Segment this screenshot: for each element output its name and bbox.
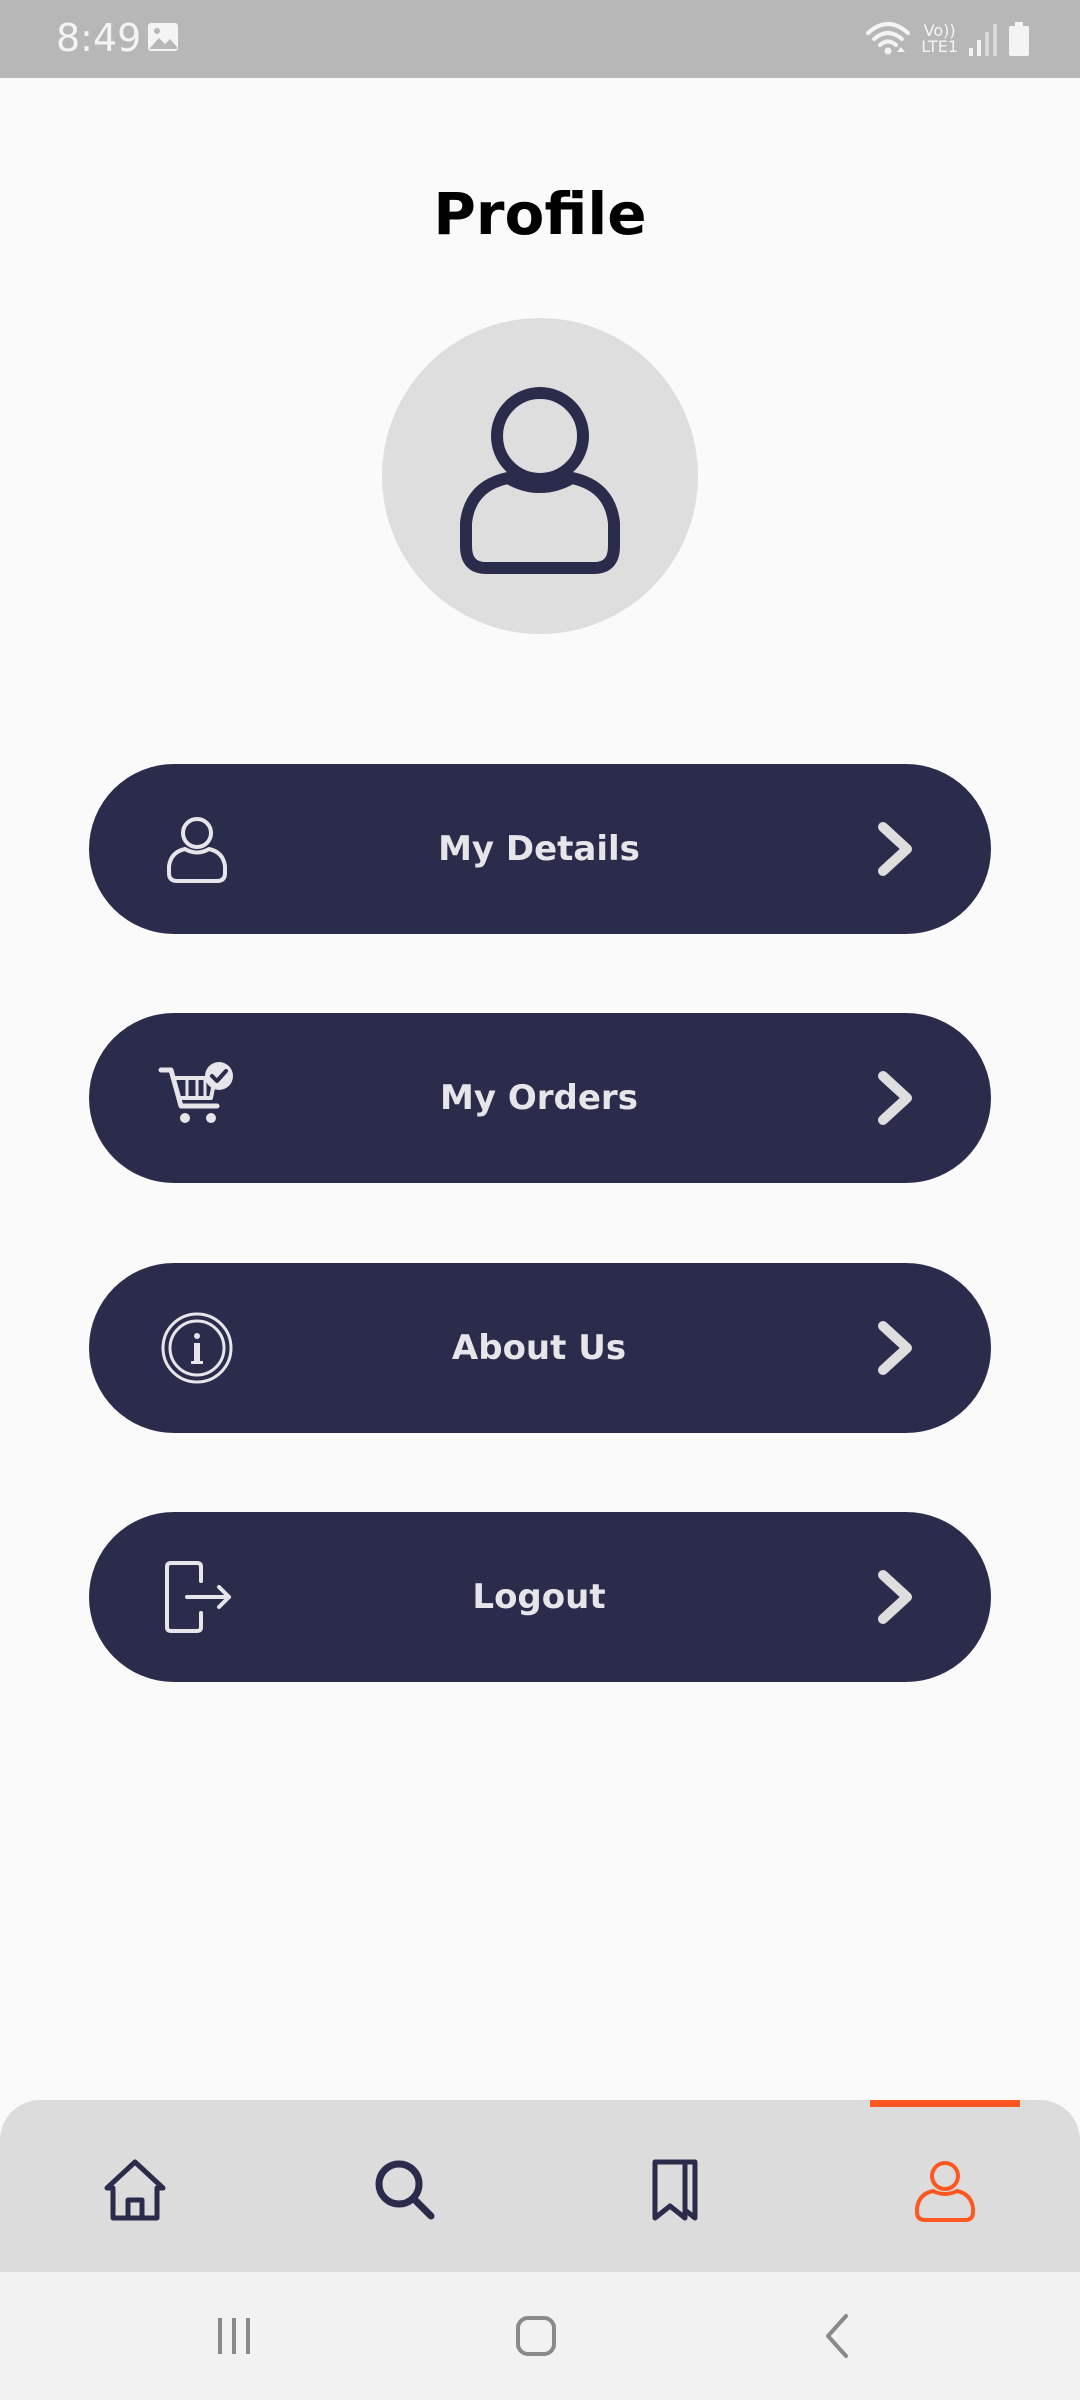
search-icon: [375, 2160, 435, 2220]
my-orders-button[interactable]: My Orders: [89, 1013, 991, 1183]
status-icons: Vo)) LTE1: [865, 14, 1030, 64]
status-time: 8:49: [56, 16, 142, 60]
signal-icon: [969, 24, 997, 56]
recents-icon[interactable]: [204, 2306, 264, 2366]
info-icon: [161, 1312, 233, 1384]
my-details-button[interactable]: My Details: [89, 764, 991, 934]
chevron-right-icon: [878, 1071, 912, 1125]
home-button-icon[interactable]: [506, 2306, 566, 2366]
chevron-right-icon: [878, 822, 912, 876]
status-bar: 8:49 Vo)) LTE1: [0, 0, 1080, 78]
back-icon[interactable]: [808, 2306, 868, 2366]
about-us-button[interactable]: About Us: [89, 1263, 991, 1433]
my-details-label: My Details: [438, 829, 640, 869]
logout-button[interactable]: Logout: [89, 1512, 991, 1682]
bottom-nav: [0, 2100, 1080, 2272]
nav-bookmarks[interactable]: [575, 2100, 775, 2272]
page-title: Profile: [433, 180, 647, 248]
cart-check-icon: [158, 1062, 233, 1123]
logout-label: Logout: [472, 1577, 606, 1617]
logout-icon: [165, 1561, 231, 1633]
system-nav-bar: [0, 2272, 1080, 2400]
bookmark-icon: [652, 2159, 698, 2221]
user-icon: [460, 387, 620, 574]
user-icon: [167, 817, 227, 883]
profile-icon: [915, 2161, 975, 2222]
image-icon: [148, 23, 178, 51]
battery-icon: [1009, 22, 1029, 56]
chevron-right-icon: [878, 1570, 912, 1624]
my-orders-label: My Orders: [440, 1078, 638, 1118]
nav-home[interactable]: [35, 2100, 235, 2272]
home-icon: [104, 2159, 166, 2221]
active-tab-indicator: [870, 2100, 1020, 2107]
nav-profile[interactable]: [845, 2100, 1045, 2272]
wifi-icon: [866, 22, 911, 55]
volte-icon: Vo)) LTE1: [921, 23, 958, 55]
profile-screen: 8:49 Vo)) LTE1 Profile My Details My Ord…: [0, 0, 1080, 2400]
lte-label: LTE1: [921, 37, 958, 56]
chevron-right-icon: [878, 1321, 912, 1375]
about-us-label: About Us: [451, 1328, 627, 1368]
nav-search[interactable]: [305, 2100, 505, 2272]
avatar: [382, 318, 698, 634]
